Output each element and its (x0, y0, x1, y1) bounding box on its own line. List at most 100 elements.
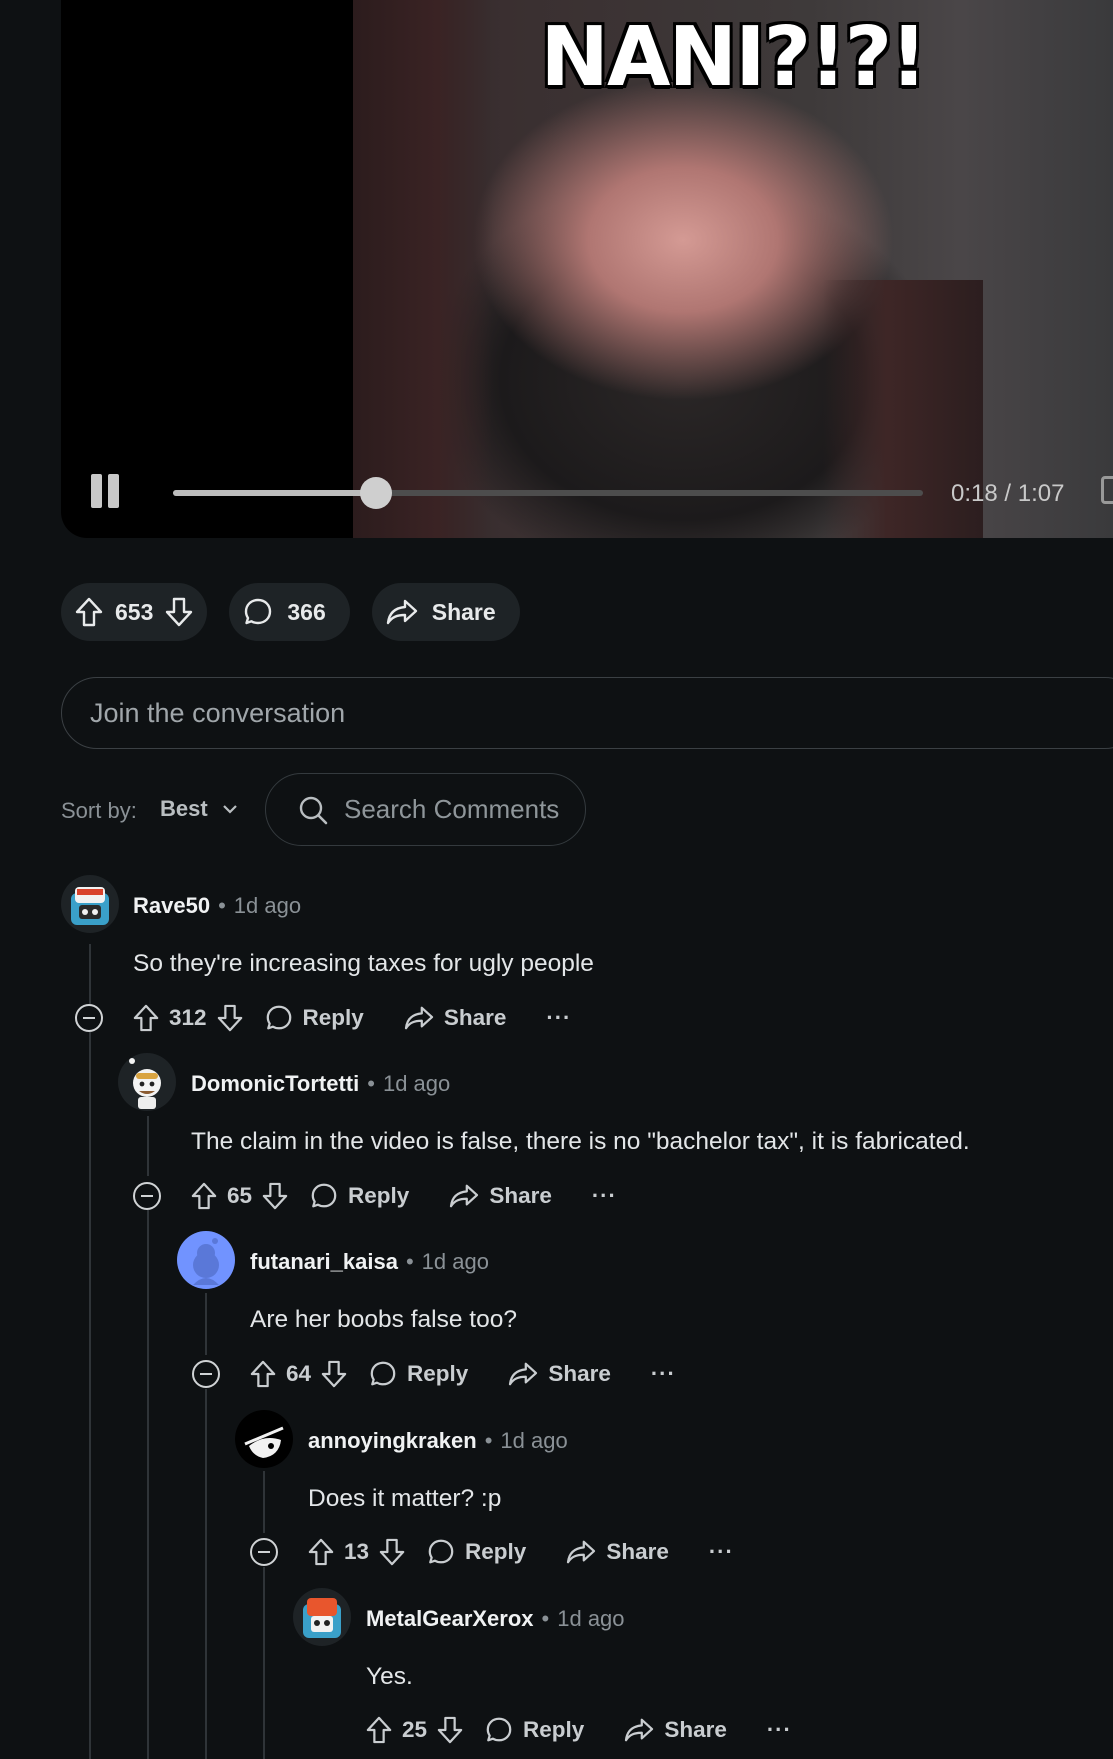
comment-timestamp: 1d ago (557, 1606, 625, 1631)
thread-line (147, 1116, 149, 1176)
reply-label: Reply (348, 1183, 410, 1208)
comment-vote-group: 25 (366, 1716, 463, 1744)
comment-body: So they're increasing taxes for ugly peo… (133, 950, 594, 977)
search-comments-placeholder: Search Comments (344, 794, 560, 824)
more-options-button[interactable]: ··· (651, 1361, 676, 1387)
comment-meta: DomonicTortetti • 1d ago (191, 1071, 450, 1097)
more-options-button[interactable]: ··· (767, 1717, 792, 1743)
video-caption: NANI?!?! (540, 10, 927, 105)
upvote-icon[interactable] (308, 1538, 334, 1566)
reply-label: Reply (302, 1005, 364, 1030)
meta-separator: • (484, 1428, 493, 1453)
video-player[interactable]: NANI?!?! 0:18 / 1:07 (61, 0, 1113, 538)
meta-separator: • (218, 893, 226, 918)
downvote-icon[interactable] (165, 597, 193, 627)
comment-timestamp: 1d ago (421, 1249, 489, 1274)
comment-action-bar: 25 Reply Share ··· (366, 1710, 792, 1750)
comment-body: Yes. (366, 1663, 413, 1690)
share-button[interactable]: Share (566, 1539, 669, 1565)
thread-line (89, 1032, 91, 1759)
upvote-icon[interactable] (133, 1004, 159, 1032)
search-icon (298, 795, 328, 825)
sort-dropdown[interactable]: Best (160, 796, 238, 822)
downvote-icon[interactable] (262, 1182, 288, 1210)
pause-button[interactable] (91, 474, 123, 508)
comment-timestamp: 1d ago (382, 1071, 451, 1096)
comment-username[interactable]: MetalGearXerox (366, 1606, 534, 1632)
comment-bubble-icon (243, 597, 273, 627)
comment-username[interactable]: futanari_kaisa (250, 1249, 398, 1275)
share-label: Share (548, 1361, 611, 1386)
sort-value: Best (160, 796, 208, 821)
upvote-icon[interactable] (75, 597, 103, 627)
thread-line (263, 1567, 265, 1759)
share-button[interactable]: Share (371, 583, 520, 641)
comment-bubble-icon (265, 1004, 293, 1032)
reply-button[interactable]: Reply (310, 1182, 409, 1210)
comment-username[interactable]: DomonicTortetti (191, 1071, 359, 1097)
share-label: Share (606, 1539, 669, 1564)
comment-timestamp: 1d ago (500, 1428, 568, 1453)
avatar[interactable] (118, 1053, 176, 1111)
comment-action-bar: 65 Reply Share ··· (191, 1176, 617, 1216)
comment-username[interactable]: Rave50 (133, 893, 210, 919)
comment-meta: MetalGearXerox • 1d ago (366, 1606, 625, 1632)
avatar[interactable] (235, 1410, 293, 1468)
reply-button[interactable]: Reply (427, 1538, 526, 1566)
fullscreen-icon[interactable] (1101, 476, 1113, 504)
avatar[interactable] (293, 1588, 351, 1646)
share-arrow-icon (508, 1361, 538, 1387)
upvote-icon[interactable] (250, 1360, 276, 1388)
more-options-button[interactable]: ··· (546, 1005, 571, 1031)
comment-timestamp: 1d ago (233, 893, 302, 918)
comment-vote-count: 64 (286, 1361, 312, 1386)
share-arrow-icon (624, 1717, 654, 1743)
more-options-button[interactable]: ··· (709, 1539, 734, 1565)
share-arrow-icon (449, 1183, 479, 1209)
comment-username[interactable]: annoyingkraken (308, 1428, 477, 1454)
downvote-icon[interactable] (217, 1004, 243, 1032)
comment-meta: annoyingkraken • 1d ago (308, 1428, 568, 1454)
downvote-icon[interactable] (321, 1360, 347, 1388)
reply-button[interactable]: Reply (485, 1716, 584, 1744)
comments-button[interactable]: 366 (229, 583, 350, 641)
comment-vote-count: 312 (169, 1005, 207, 1030)
reply-label: Reply (465, 1539, 527, 1564)
share-arrow-icon (386, 598, 418, 626)
share-arrow-icon (404, 1005, 434, 1031)
comment-body: Are her boobs false too? (250, 1306, 517, 1333)
upvote-icon[interactable] (191, 1182, 217, 1210)
comment-meta: Rave50 • 1d ago (133, 893, 301, 919)
thread-line (89, 944, 91, 1004)
reply-button[interactable]: Reply (369, 1360, 468, 1388)
video-progress-knob[interactable] (359, 477, 392, 509)
thread-line (263, 1471, 265, 1533)
join-conversation-placeholder: Join the conversation (90, 697, 346, 728)
collapse-thread-button[interactable] (75, 1004, 103, 1032)
share-label: Share (431, 598, 496, 625)
video-progress-bar[interactable] (173, 477, 923, 509)
comment-vote-group: 64 (250, 1360, 347, 1388)
downvote-icon[interactable] (437, 1716, 463, 1744)
comment-vote-count: 13 (344, 1539, 370, 1564)
collapse-thread-button[interactable] (133, 1182, 161, 1210)
reply-button[interactable]: Reply (265, 1004, 364, 1032)
more-options-button[interactable]: ··· (592, 1183, 617, 1209)
share-button[interactable]: Share (449, 1183, 552, 1209)
share-button[interactable]: Share (508, 1361, 611, 1387)
collapse-thread-button[interactable] (250, 1538, 278, 1566)
avatar[interactable] (61, 875, 119, 933)
avatar[interactable] (177, 1231, 235, 1289)
post-vote-pill: 653 (61, 583, 208, 641)
comment-vote-count: 65 (227, 1183, 253, 1208)
meta-separator: • (541, 1606, 550, 1631)
thread-line (205, 1293, 207, 1355)
upvote-icon[interactable] (366, 1716, 392, 1744)
collapse-thread-button[interactable] (192, 1360, 220, 1388)
video-timecode: 0:18 / 1:07 (951, 480, 1065, 507)
share-button[interactable]: Share (404, 1005, 506, 1031)
search-comments-input[interactable]: Search Comments (265, 773, 586, 846)
share-button[interactable]: Share (624, 1717, 727, 1743)
downvote-icon[interactable] (379, 1538, 405, 1566)
join-conversation-input[interactable]: Join the conversation (61, 677, 1113, 749)
